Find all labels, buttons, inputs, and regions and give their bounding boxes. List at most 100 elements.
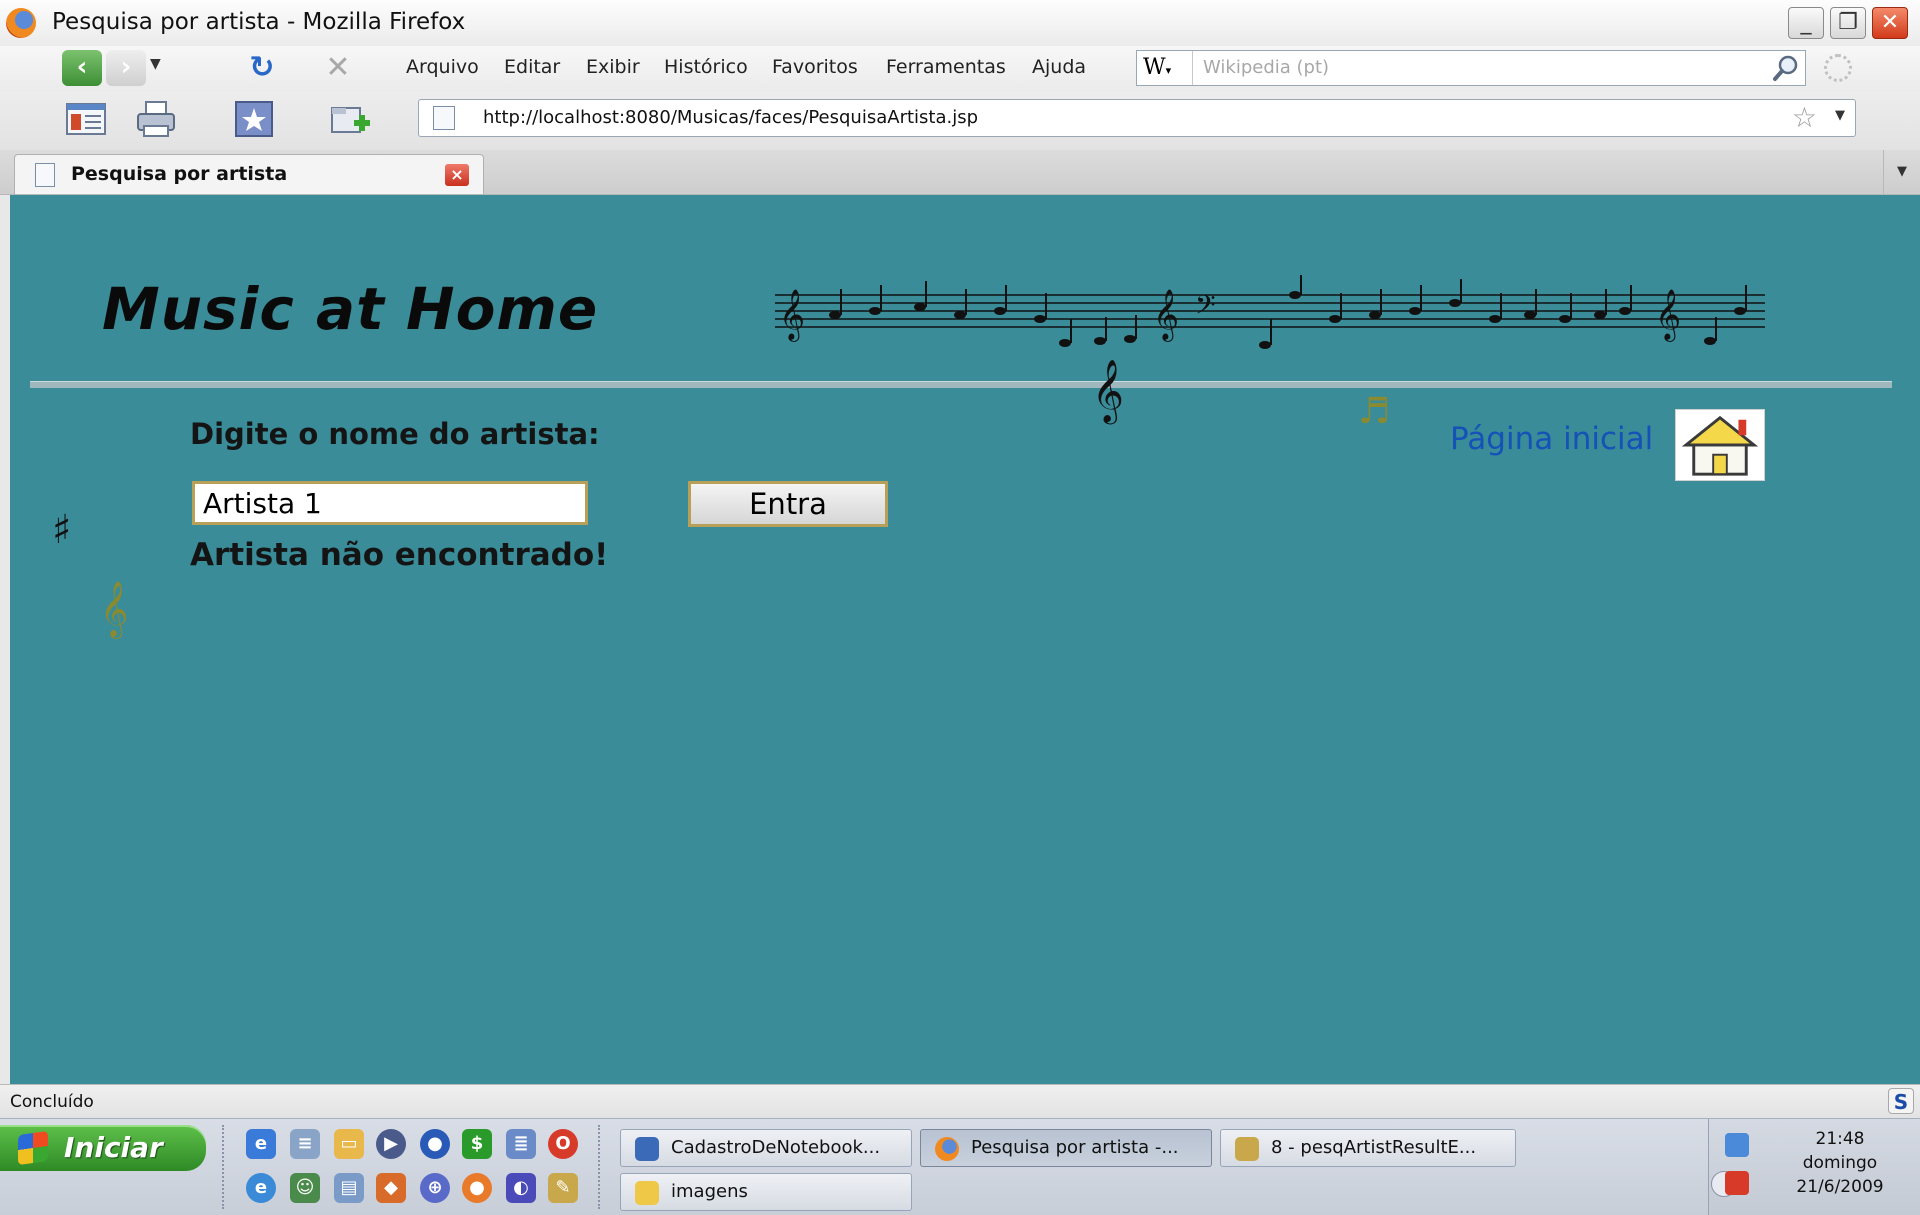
menu-exibir[interactable]: Exibir bbox=[586, 56, 640, 78]
close-window-button[interactable]: ✕ bbox=[1872, 7, 1908, 39]
notepad-icon[interactable]: ≡ bbox=[290, 1129, 320, 1159]
back-button[interactable]: ‹ bbox=[62, 50, 102, 86]
app-icon bbox=[635, 1137, 659, 1161]
tab-label: Pesquisa por artista bbox=[71, 163, 288, 185]
reload-icon[interactable]: ↻ bbox=[244, 50, 280, 86]
address-toolbar: http://localhost:8080/Musicas/faces/Pesq… bbox=[0, 92, 1920, 151]
svg-text:𝄞: 𝄞 bbox=[779, 289, 805, 342]
eclipse-icon[interactable]: ◐ bbox=[506, 1173, 536, 1203]
window-title-bar: Pesquisa por artista - Mozilla Firefox _… bbox=[0, 0, 1920, 47]
paint-icon bbox=[1235, 1137, 1259, 1161]
search-placeholder: Wikipedia (pt) bbox=[1203, 57, 1330, 78]
page-icon bbox=[35, 163, 55, 187]
artist-prompt-label: Digite o nome do artista: bbox=[190, 417, 600, 451]
taskbar-separator bbox=[222, 1125, 230, 1209]
taskbar-button-label: imagens bbox=[671, 1181, 748, 1202]
menu-ajuda[interactable]: Ajuda bbox=[1032, 56, 1086, 78]
maximize-button[interactable]: ❐ bbox=[1830, 7, 1866, 39]
explorer-icon[interactable]: ▭ bbox=[334, 1129, 364, 1159]
menu-ferramentas[interactable]: Ferramentas bbox=[886, 56, 1006, 78]
shapes-icon[interactable]: ◆ bbox=[376, 1173, 406, 1203]
start-label: Iniciar bbox=[64, 1131, 163, 1164]
history-dropdown-icon[interactable]: ▼ bbox=[150, 56, 161, 72]
sharp-note-icon: ♯ bbox=[52, 507, 72, 553]
search-icon[interactable] bbox=[1771, 53, 1801, 83]
tab-pesquisa-por-artista[interactable]: Pesquisa por artista × bbox=[14, 154, 484, 194]
taskbar-button-paint[interactable]: 8 - pesqArtistResultE... bbox=[1220, 1129, 1516, 1167]
header-divider bbox=[30, 381, 1892, 388]
window-title: Pesquisa por artista - Mozilla Firefox bbox=[52, 9, 466, 35]
taskbar-button-label: 8 - pesqArtistResultE... bbox=[1271, 1137, 1477, 1158]
address-book-icon[interactable]: ≣ bbox=[506, 1129, 536, 1159]
windows-logo-icon bbox=[18, 1130, 48, 1166]
ie-icon[interactable]: e bbox=[246, 1129, 276, 1159]
site-title: Music at Home bbox=[102, 275, 599, 343]
stop-icon[interactable]: ✕ bbox=[320, 50, 356, 86]
music-note-icon: ♬ bbox=[1358, 391, 1391, 432]
artist-name-input[interactable] bbox=[192, 481, 588, 525]
messenger-icon[interactable]: ● bbox=[420, 1129, 450, 1159]
forward-button[interactable]: › bbox=[106, 50, 146, 86]
firefox-icon[interactable]: ● bbox=[462, 1173, 492, 1203]
antivirus-icon[interactable] bbox=[1725, 1171, 1749, 1195]
url-text[interactable]: http://localhost:8080/Musicas/faces/Pesq… bbox=[483, 100, 978, 136]
svg-text:𝄢: 𝄢 bbox=[1195, 289, 1216, 327]
network-icon[interactable] bbox=[1725, 1133, 1749, 1157]
taskbar-button-imagens[interactable]: imagens bbox=[620, 1173, 912, 1211]
users-icon[interactable]: ☺ bbox=[290, 1173, 320, 1203]
firefox-logo-icon bbox=[6, 8, 36, 38]
clock-date: 21/6/2009 bbox=[1796, 1177, 1884, 1197]
address-bar[interactable]: http://localhost:8080/Musicas/faces/Pesq… bbox=[418, 99, 1856, 137]
taskbar-button-label: Pesquisa por artista -... bbox=[971, 1137, 1179, 1158]
home-page-link[interactable]: Página inicial bbox=[1450, 421, 1653, 457]
status-bar: Concluído S bbox=[0, 1084, 1920, 1119]
menu-arquivo[interactable]: Arquivo bbox=[406, 56, 479, 78]
taskbar-button-label: CadastroDeNotebook... bbox=[671, 1137, 881, 1158]
bookmark-star-icon[interactable]: ☆ bbox=[1792, 102, 1817, 134]
svg-text:𝄞: 𝄞 bbox=[1655, 289, 1681, 342]
minimize-button[interactable]: _ bbox=[1788, 7, 1824, 39]
treble-clef-icon: 𝄞 bbox=[1092, 359, 1124, 422]
tab-strip: Pesquisa por artista × ▼ bbox=[0, 150, 1920, 195]
status-text: Concluído bbox=[10, 1092, 94, 1112]
new-tab-icon[interactable] bbox=[328, 98, 372, 140]
sidebar-icon[interactable] bbox=[64, 98, 108, 140]
treble-clef-icon: 𝄞 bbox=[100, 581, 129, 637]
result-message: Artista não encontrado! bbox=[190, 537, 609, 573]
taskbar-clock: 21:48 domingo 21/6/2009 bbox=[1765, 1127, 1915, 1199]
page-icon bbox=[433, 106, 455, 130]
search-engine-selector[interactable]: W▾ bbox=[1137, 51, 1193, 85]
page-content: Music at Home 𝄞 𝄞 𝄞 𝄢 Digite o nome do a… bbox=[10, 195, 1920, 1084]
globe-icon[interactable]: ⊕ bbox=[420, 1173, 450, 1203]
taskbar-button-cadastro[interactable]: CadastroDeNotebook... bbox=[620, 1129, 912, 1167]
money-icon[interactable]: $ bbox=[462, 1129, 492, 1159]
clock-day: domingo bbox=[1802, 1153, 1878, 1173]
close-tab-icon[interactable]: × bbox=[445, 164, 469, 186]
taskbar-separator bbox=[598, 1125, 606, 1209]
skype-icon[interactable]: S bbox=[1888, 1088, 1914, 1114]
opera-icon[interactable]: O bbox=[548, 1129, 578, 1159]
taskbar-button-firefox[interactable]: Pesquisa por artista -... bbox=[920, 1129, 1212, 1167]
entra-button[interactable]: Entra bbox=[688, 481, 888, 527]
bookmarks-icon[interactable] bbox=[232, 98, 276, 140]
navigation-toolbar: ‹ › ▼ ↻ ✕ Arquivo Editar Exibir Históric… bbox=[0, 46, 1920, 92]
menu-favoritos[interactable]: Favoritos bbox=[772, 56, 858, 78]
windows-taskbar: Iniciar e ≡ ▭ ▶ ● $ ≣ O e ☺ ▤ ◆ ⊕ ● ◐ ✎ … bbox=[0, 1118, 1920, 1215]
svg-text:𝄞: 𝄞 bbox=[1153, 289, 1179, 342]
url-history-dropdown-icon[interactable]: ▼ bbox=[1835, 108, 1845, 123]
print-icon[interactable] bbox=[134, 98, 178, 140]
start-button[interactable]: Iniciar bbox=[0, 1125, 206, 1171]
firefox-icon bbox=[935, 1137, 959, 1161]
window-icon[interactable]: ▤ bbox=[334, 1173, 364, 1203]
folder-icon bbox=[635, 1181, 659, 1205]
house-icon[interactable] bbox=[1675, 409, 1765, 481]
menu-editar[interactable]: Editar bbox=[504, 56, 560, 78]
ie-icon[interactable]: e bbox=[246, 1173, 276, 1203]
music-staff-icon: 𝄞 𝄞 𝄞 𝄢 bbox=[775, 275, 1765, 349]
menu-historico[interactable]: Histórico bbox=[664, 56, 748, 78]
clock-time: 21:48 bbox=[1815, 1129, 1865, 1149]
media-player-icon[interactable]: ▶ bbox=[376, 1129, 406, 1159]
search-box[interactable]: W▾ Wikipedia (pt) bbox=[1136, 50, 1806, 86]
tab-list-dropdown-icon[interactable]: ▼ bbox=[1883, 150, 1920, 194]
paint-icon[interactable]: ✎ bbox=[548, 1173, 578, 1203]
